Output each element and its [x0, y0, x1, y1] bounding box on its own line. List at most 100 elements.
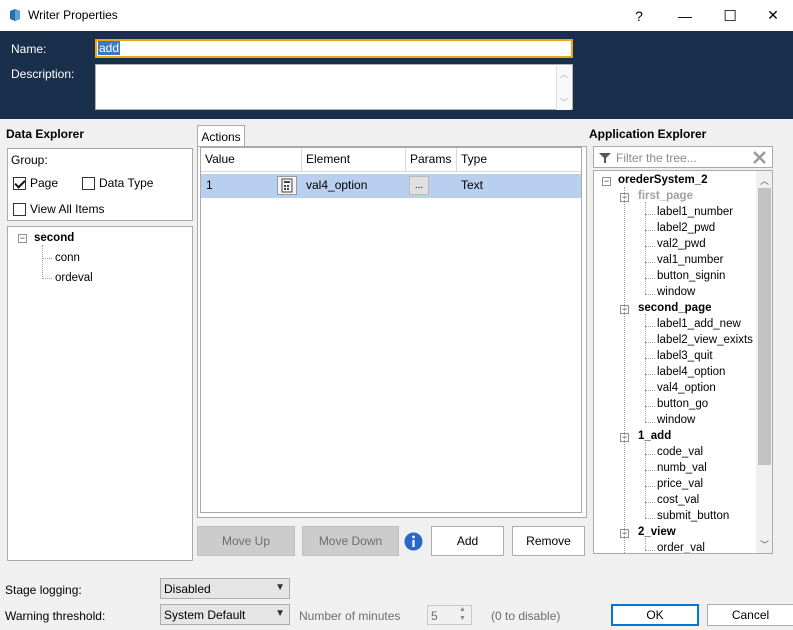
minutes-stepper[interactable]: 5 ▲ ▼: [427, 605, 472, 625]
data-type-checkbox-label: Data Type: [99, 176, 154, 190]
scroll-up-icon[interactable]: ︿: [760, 174, 769, 187]
tab-actions-label: Actions: [201, 129, 241, 144]
minimize-button[interactable]: —: [662, 0, 708, 31]
calculator-button[interactable]: [277, 176, 297, 195]
maximize-button[interactable]: ☐: [707, 0, 753, 31]
stepper-down-icon[interactable]: ▼: [459, 615, 466, 623]
collapse-icon[interactable]: −: [18, 234, 27, 243]
tree-node-page[interactable]: second_page: [638, 302, 712, 314]
tree-node-element[interactable]: button_go: [657, 398, 708, 410]
column-header-value[interactable]: Value: [201, 148, 302, 171]
tree-node-element[interactable]: button_signin: [657, 270, 725, 282]
help-icon: ?: [635, 7, 643, 24]
description-input[interactable]: ︿ ﹀: [95, 64, 573, 110]
tree-node-element[interactable]: order_val: [657, 542, 705, 553]
warning-threshold-label: Warning threshold:: [5, 609, 106, 623]
tree-node-element[interactable]: label3_quit: [657, 350, 713, 362]
warning-threshold-select[interactable]: System Default ▼: [160, 604, 290, 625]
stage-logging-select[interactable]: Disabled ▼: [160, 578, 290, 599]
application-tree[interactable]: − orederSystem_2 − first_page label1_numbe…: [593, 170, 773, 554]
disable-hint: (0 to disable): [491, 609, 561, 623]
scroll-down-icon[interactable]: ﹀: [760, 538, 769, 551]
tree-node-page[interactable]: 2_view: [638, 526, 676, 538]
tree-node-page[interactable]: 1_add: [638, 430, 671, 442]
warning-threshold-value: System Default: [164, 607, 246, 622]
minutes-value: 5: [431, 609, 438, 623]
properties-header: Name: add Description: ︿ ﹀: [0, 31, 793, 119]
info-icon[interactable]: [404, 532, 423, 551]
application-explorer-title: Application Explorer: [589, 127, 707, 141]
tree-node-element[interactable]: code_val: [657, 446, 703, 458]
filter-tree-input[interactable]: Filter the tree...: [593, 146, 773, 168]
tree-nodes: − first_page label1_number label2_pwd val2_p…: [594, 171, 754, 553]
actions-grid[interactable]: Value Element Params Type 1 val4_option …: [200, 147, 582, 513]
close-button[interactable]: ✕: [753, 0, 793, 31]
remove-button[interactable]: Remove: [512, 526, 585, 556]
data-type-checkbox[interactable]: Data Type: [82, 176, 153, 190]
view-all-check-icon[interactable]: [13, 202, 26, 216]
grid-header: Value Element Params Type: [201, 148, 581, 172]
chevron-down-icon: ▼: [275, 582, 285, 593]
tree-node-element[interactable]: cost_val: [657, 494, 699, 506]
page-checkbox-label: Page: [30, 176, 59, 190]
ok-button[interactable]: OK: [611, 604, 699, 626]
tree-node-child[interactable]: conn: [55, 252, 80, 264]
tree-node-element[interactable]: label1_add_new: [657, 318, 741, 330]
tree-node-root[interactable]: second: [34, 232, 74, 244]
name-label: Name:: [11, 42, 47, 56]
stage-logging-value: Disabled: [164, 581, 211, 596]
group-label: Group:: [11, 153, 48, 167]
name-input[interactable]: add: [95, 39, 573, 58]
tree-node-element[interactable]: numb_val: [657, 462, 707, 474]
tree-node-element[interactable]: val4_option: [657, 382, 716, 394]
cancel-button[interactable]: Cancel: [707, 604, 793, 626]
page-checkbox[interactable]: Page: [13, 176, 58, 190]
scroll-down-icon[interactable]: ﹀: [560, 97, 568, 108]
params-button[interactable]: ...: [409, 176, 429, 195]
description-label: Description:: [11, 67, 75, 81]
scrollbar-thumb[interactable]: [758, 188, 771, 465]
minutes-label: Number of minutes: [299, 609, 401, 623]
tree-node-element[interactable]: label1_number: [657, 206, 733, 218]
filter-placeholder: Filter the tree...: [616, 151, 697, 165]
table-row[interactable]: 1 val4_option ... Text: [201, 174, 581, 198]
add-button[interactable]: Add: [431, 526, 504, 556]
row-value[interactable]: 1: [206, 178, 213, 192]
app-icon: [10, 9, 20, 21]
row-element[interactable]: val4_option: [306, 178, 367, 192]
data-type-check-icon[interactable]: [82, 176, 95, 190]
scroll-up-icon[interactable]: ︿: [560, 69, 568, 80]
tree-node-element[interactable]: label2_view_exixts: [657, 334, 753, 346]
move-down-button[interactable]: Move Down: [302, 526, 399, 556]
tree-node-element[interactable]: window: [657, 286, 695, 298]
column-header-type[interactable]: Type: [457, 148, 581, 171]
tree-node-element[interactable]: label4_option: [657, 366, 725, 378]
page-check-icon[interactable]: [13, 176, 26, 190]
chevron-down-icon: ▼: [275, 608, 285, 619]
stepper-up-icon[interactable]: ▲: [459, 606, 466, 614]
tree-node-child[interactable]: ordeval: [55, 272, 93, 284]
tree-node-page[interactable]: first_page: [638, 190, 693, 202]
data-explorer-title: Data Explorer: [6, 127, 85, 141]
view-all-checkbox[interactable]: View All Items: [13, 202, 104, 216]
column-header-element[interactable]: Element: [302, 148, 406, 171]
help-button[interactable]: ?: [616, 0, 662, 31]
data-explorer-tree[interactable]: − second conn ordeval: [7, 226, 193, 561]
tree-node-element[interactable]: submit_button: [657, 510, 729, 522]
tree-node-element[interactable]: val2_pwd: [657, 238, 706, 250]
clear-filter-icon[interactable]: [752, 150, 767, 165]
tree-scrollbar[interactable]: ︿ ﹀: [756, 171, 772, 553]
tab-actions[interactable]: Actions: [197, 125, 245, 147]
tree-node-element[interactable]: window: [657, 414, 695, 426]
column-header-params[interactable]: Params: [406, 148, 457, 171]
window-title: Writer Properties: [28, 8, 118, 22]
stage-logging-label: Stage logging:: [5, 583, 82, 597]
tree-node-element[interactable]: price_val: [657, 478, 703, 490]
calculator-icon: [281, 178, 293, 193]
tree-node-element[interactable]: val1_number: [657, 254, 723, 266]
row-type[interactable]: Text: [461, 178, 483, 192]
minimize-icon: —: [678, 7, 692, 24]
tree-node-element[interactable]: label2_pwd: [657, 222, 715, 234]
move-up-button[interactable]: Move Up: [197, 526, 295, 556]
description-scrollbar[interactable]: ︿ ﹀: [556, 66, 571, 110]
